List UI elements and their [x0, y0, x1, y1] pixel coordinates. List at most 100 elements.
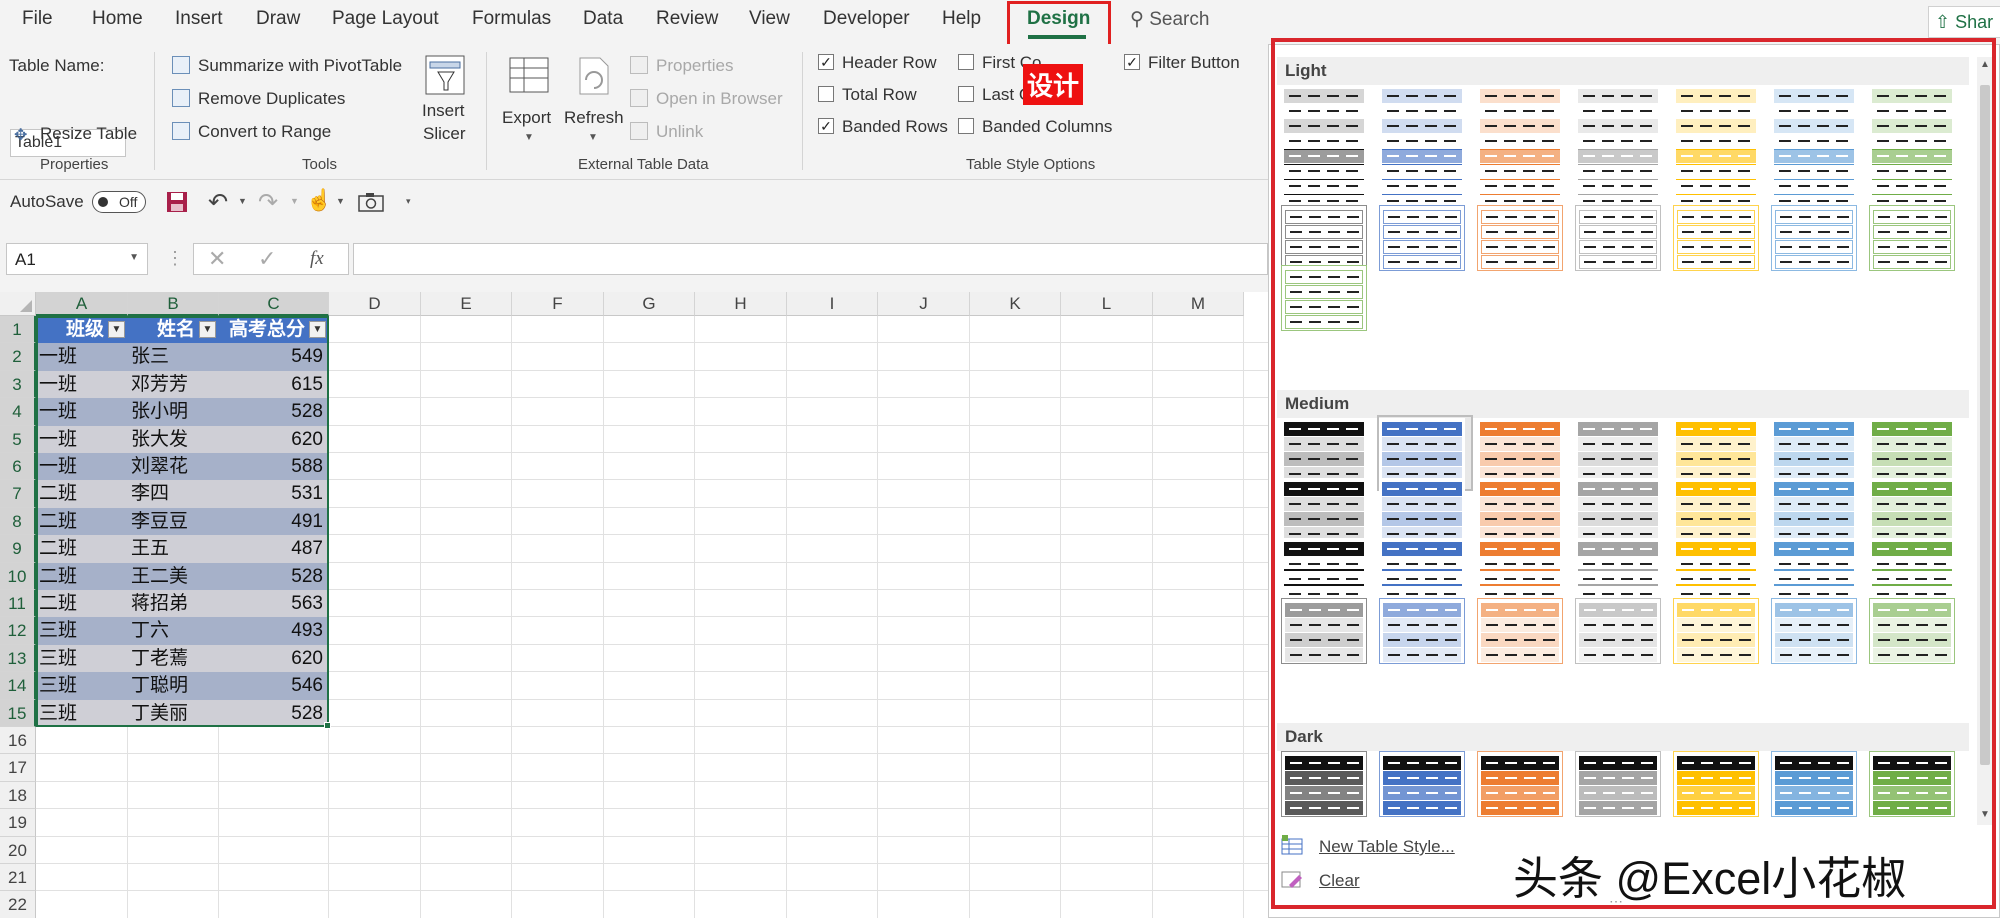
- table-cell[interactable]: 丁六: [128, 617, 219, 645]
- redo-icon[interactable]: ↷: [258, 188, 278, 217]
- table-cell[interactable]: 刘翠花: [128, 453, 219, 481]
- tab-review[interactable]: Review: [656, 8, 718, 30]
- save-icon[interactable]: [166, 191, 188, 213]
- table-style-swatch[interactable]: [1869, 85, 1955, 151]
- filter-dropdown-icon[interactable]: ▼: [199, 321, 216, 338]
- table-style-swatch[interactable]: [1477, 598, 1563, 664]
- column-header-i[interactable]: I: [787, 292, 878, 316]
- camera-icon[interactable]: [358, 192, 384, 212]
- table-style-swatch[interactable]: [1379, 751, 1465, 817]
- table-cell[interactable]: 三班: [36, 699, 128, 727]
- clear-item[interactable]: Clear: [1269, 865, 1469, 895]
- table-style-swatch[interactable]: [1477, 418, 1563, 484]
- table-style-swatch[interactable]: [1869, 538, 1955, 604]
- filter-button-checkbox[interactable]: ✓: [1124, 54, 1140, 70]
- column-header-c[interactable]: C: [219, 292, 329, 316]
- table-style-swatch[interactable]: [1477, 205, 1563, 271]
- name-box[interactable]: A1 ▼: [6, 243, 148, 275]
- table-cell[interactable]: 王五: [128, 535, 219, 563]
- table-style-swatch[interactable]: [1673, 598, 1759, 664]
- search-box[interactable]: ⚲ Search: [1130, 8, 1209, 31]
- row-header-11[interactable]: 11: [0, 590, 36, 618]
- table-style-swatch[interactable]: [1379, 538, 1465, 604]
- table-style-swatch[interactable]: [1575, 478, 1661, 544]
- column-header-f[interactable]: F: [512, 292, 604, 316]
- table-style-swatch[interactable]: [1575, 145, 1661, 211]
- row-header-13[interactable]: 13: [0, 644, 36, 673]
- tab-formulas[interactable]: Formulas: [472, 8, 551, 30]
- table-style-swatch[interactable]: [1281, 85, 1367, 151]
- table-cell[interactable]: 李四: [128, 480, 219, 508]
- scroll-thumb[interactable]: [1980, 85, 1990, 765]
- table-style-swatch[interactable]: [1379, 418, 1465, 484]
- export-button[interactable]: Export ▼: [502, 52, 558, 152]
- table-cell[interactable]: 邓芳芳: [128, 370, 219, 399]
- row-header-1[interactable]: 1: [0, 316, 36, 344]
- column-header-j[interactable]: J: [878, 292, 970, 316]
- insert-slicer-button[interactable]: Insert Slicer: [418, 52, 474, 148]
- row-header-7[interactable]: 7: [0, 480, 36, 508]
- insert-function-icon[interactable]: fx: [310, 248, 324, 270]
- table-style-swatch[interactable]: [1281, 598, 1367, 664]
- banded-rows-checkbox[interactable]: ✓: [818, 118, 834, 134]
- row-header-2[interactable]: 2: [0, 343, 36, 371]
- table-style-swatch[interactable]: [1281, 751, 1367, 817]
- row-header-18[interactable]: 18: [0, 781, 36, 810]
- table-cell[interactable]: 一班: [36, 398, 128, 426]
- table-style-swatch[interactable]: [1281, 478, 1367, 544]
- column-header-d[interactable]: D: [329, 292, 421, 316]
- row-header-6[interactable]: 6: [0, 453, 36, 481]
- table-cell[interactable]: 620: [219, 425, 329, 453]
- table-style-swatch[interactable]: [1477, 145, 1563, 211]
- table-cell[interactable]: 三班: [36, 644, 128, 673]
- table-cell[interactable]: 二班: [36, 480, 128, 508]
- table-style-swatch[interactable]: [1477, 85, 1563, 151]
- table-style-swatch[interactable]: [1869, 418, 1955, 484]
- table-style-swatch[interactable]: [1575, 538, 1661, 604]
- table-style-swatch[interactable]: [1869, 145, 1955, 211]
- table-style-swatch[interactable]: [1771, 205, 1857, 271]
- table-cell[interactable]: 615: [219, 370, 329, 399]
- table-style-swatch[interactable]: [1477, 751, 1563, 817]
- table-cell[interactable]: 528: [219, 398, 329, 426]
- table-style-swatch[interactable]: [1673, 751, 1759, 817]
- row-header-10[interactable]: 10: [0, 562, 36, 590]
- customize-qat-icon[interactable]: ▾: [406, 196, 411, 207]
- table-style-swatch[interactable]: [1575, 418, 1661, 484]
- table-cell[interactable]: 丁老蔫: [128, 644, 219, 673]
- row-header-12[interactable]: 12: [0, 617, 36, 645]
- filter-dropdown-icon[interactable]: ▼: [309, 321, 326, 338]
- table-style-swatch[interactable]: [1771, 85, 1857, 151]
- table-style-swatch[interactable]: [1281, 145, 1367, 211]
- row-header-14[interactable]: 14: [0, 672, 36, 700]
- first-column-checkbox[interactable]: [958, 54, 974, 70]
- table-style-swatch[interactable]: [1771, 538, 1857, 604]
- fill-handle[interactable]: [324, 722, 331, 729]
- row-header-9[interactable]: 9: [0, 535, 36, 563]
- table-style-swatch[interactable]: [1575, 85, 1661, 151]
- table-style-swatch[interactable]: [1477, 478, 1563, 544]
- table-cell[interactable]: 563: [219, 590, 329, 618]
- summarize-pivot-button[interactable]: Summarize with PivotTable: [172, 54, 412, 78]
- tab-help[interactable]: Help: [942, 8, 981, 30]
- table-style-swatch[interactable]: [1281, 538, 1367, 604]
- column-header-l[interactable]: L: [1061, 292, 1153, 316]
- table-cell[interactable]: 531: [219, 480, 329, 508]
- cancel-icon[interactable]: ✕: [208, 246, 226, 272]
- table-style-swatch[interactable]: [1281, 265, 1367, 331]
- row-header-4[interactable]: 4: [0, 398, 36, 426]
- table-style-swatch[interactable]: [1771, 751, 1857, 817]
- table-cell[interactable]: 蒋招弟: [128, 590, 219, 618]
- tab-data[interactable]: Data: [583, 8, 623, 30]
- table-cell[interactable]: 549: [219, 343, 329, 371]
- tab-file[interactable]: File: [22, 8, 53, 30]
- table-style-swatch[interactable]: [1869, 598, 1955, 664]
- table-style-swatch[interactable]: [1281, 205, 1367, 271]
- header-row-checkbox[interactable]: ✓: [818, 54, 834, 70]
- row-header-17[interactable]: 17: [0, 754, 36, 782]
- table-cell[interactable]: 丁聪明: [128, 672, 219, 700]
- tab-home[interactable]: Home: [92, 8, 143, 30]
- table-cell[interactable]: 二班: [36, 562, 128, 590]
- column-header-g[interactable]: G: [604, 292, 695, 316]
- table-cell[interactable]: 二班: [36, 535, 128, 563]
